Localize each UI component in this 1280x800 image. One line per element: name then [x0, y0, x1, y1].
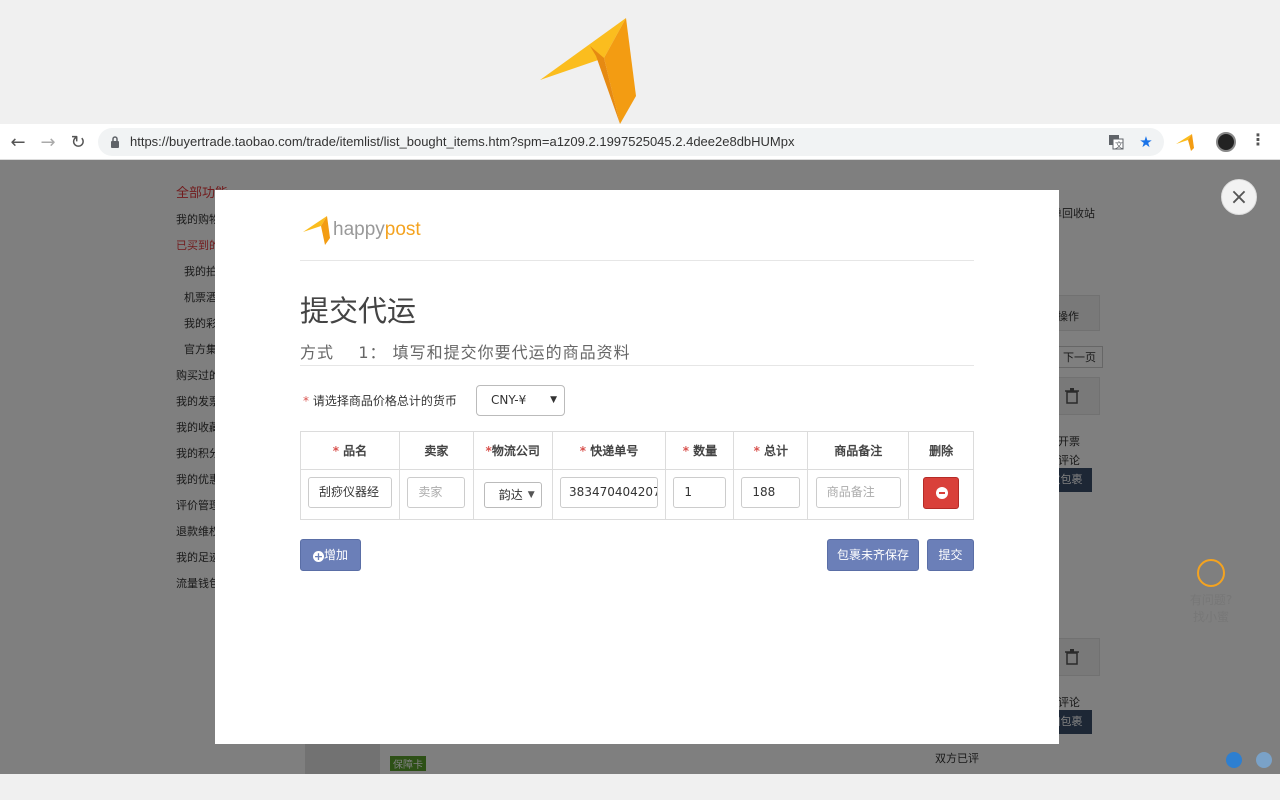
currency-select[interactable]: CNY-¥ ▼ [476, 385, 565, 416]
star-icon[interactable]: ★ [1136, 132, 1156, 152]
plus-circle-icon: + [312, 550, 324, 563]
page-title: 提交代运 [300, 294, 417, 328]
delete-row-button[interactable] [923, 476, 960, 509]
tray-icon[interactable] [1226, 752, 1242, 768]
profile-avatar[interactable] [1216, 132, 1236, 152]
col-header-seller: 卖家 [398, 431, 474, 470]
quantity-input[interactable]: 1 [673, 477, 727, 508]
reload-icon[interactable]: ↻ [66, 130, 90, 154]
help-line2: 找小蜜 [1192, 610, 1229, 624]
items-table: * 品名 卖家 *物流公司 * 快递单号 * 数量 * 总计 商品备注 删除 刮… [300, 431, 974, 520]
svg-text:文: 文 [1115, 140, 1123, 150]
seller-input[interactable]: 卖家 [407, 477, 466, 508]
happypost-logo: happypost [303, 216, 437, 246]
close-button[interactable]: × [1221, 179, 1257, 215]
forward-icon[interactable]: → [36, 130, 60, 154]
caret-down-icon: ▼ [550, 395, 557, 405]
happypost-extension-icon[interactable] [1176, 132, 1196, 152]
col-header-tracking: * 快递单号 [551, 431, 667, 470]
robot-icon [1197, 559, 1225, 587]
caret-down-icon: ▼ [527, 489, 535, 500]
col-header-note: 商品备注 [807, 431, 910, 470]
col-header-delete: 删除 [908, 431, 974, 470]
courier-select[interactable]: 韵达 ▼ [483, 481, 542, 508]
browser-toolbar: ← → ↻ https://buyertrade.taobao.com/trad… [0, 124, 1280, 160]
add-row-button[interactable]: +增加 [300, 539, 361, 571]
col-header-qty: * 数量 [665, 431, 735, 470]
settings-icon[interactable] [1256, 752, 1272, 768]
back-icon[interactable]: ← [6, 130, 30, 154]
currency-label: * 请选择商品价格总计的货币 [303, 394, 457, 408]
col-header-courier: *物流公司 [472, 431, 553, 470]
note-input[interactable]: 商品备注 [815, 477, 901, 508]
translate-icon[interactable]: 文 [1106, 132, 1126, 152]
col-header-total: * 总计 [733, 431, 809, 470]
table-header-row: * 品名 卖家 *物流公司 * 快递单号 * 数量 * 总计 商品备注 删除 [300, 431, 974, 470]
total-input[interactable]: 188 [741, 477, 801, 508]
url-text[interactable]: https://buyertrade.taobao.com/trade/item… [130, 134, 795, 149]
menu-icon[interactable]: ⋮ [1250, 130, 1266, 154]
save-incomplete-button[interactable]: 包裹未齐保存 [827, 539, 919, 571]
minus-circle-icon [936, 486, 949, 499]
happypost-logo [540, 18, 636, 124]
col-header-name: * 品名 [300, 431, 400, 470]
submit-forwarding-modal: happypost 提交代运 方式 1： 填写和提交你要代运的商品资料 * 请选… [215, 190, 1059, 744]
divider [300, 365, 974, 366]
address-bar[interactable]: https://buyertrade.taobao.com/trade/item… [98, 128, 1164, 156]
brand-name: happypost [333, 219, 421, 240]
help-widget[interactable]: 有问题? 找小蜜 [1184, 551, 1238, 631]
bottom-band [0, 774, 1280, 800]
submit-button[interactable]: 提交 [927, 539, 974, 571]
item-name-input[interactable]: 刮痧仪器经 [307, 477, 392, 508]
lock-icon [111, 136, 119, 148]
help-line1: 有问题? [1189, 593, 1233, 607]
happypost-logo-icon [303, 216, 330, 245]
subtitle: 方式 1： 填写和提交你要代运的商品资料 [300, 343, 631, 362]
tracking-number-input[interactable]: 383470404207 [560, 477, 659, 508]
promo-banner [0, 0, 1280, 124]
divider [300, 260, 974, 261]
table-row: 刮痧仪器经 卖家 韵达 ▼ 383470404207 1 188 商品备注 [300, 469, 974, 520]
